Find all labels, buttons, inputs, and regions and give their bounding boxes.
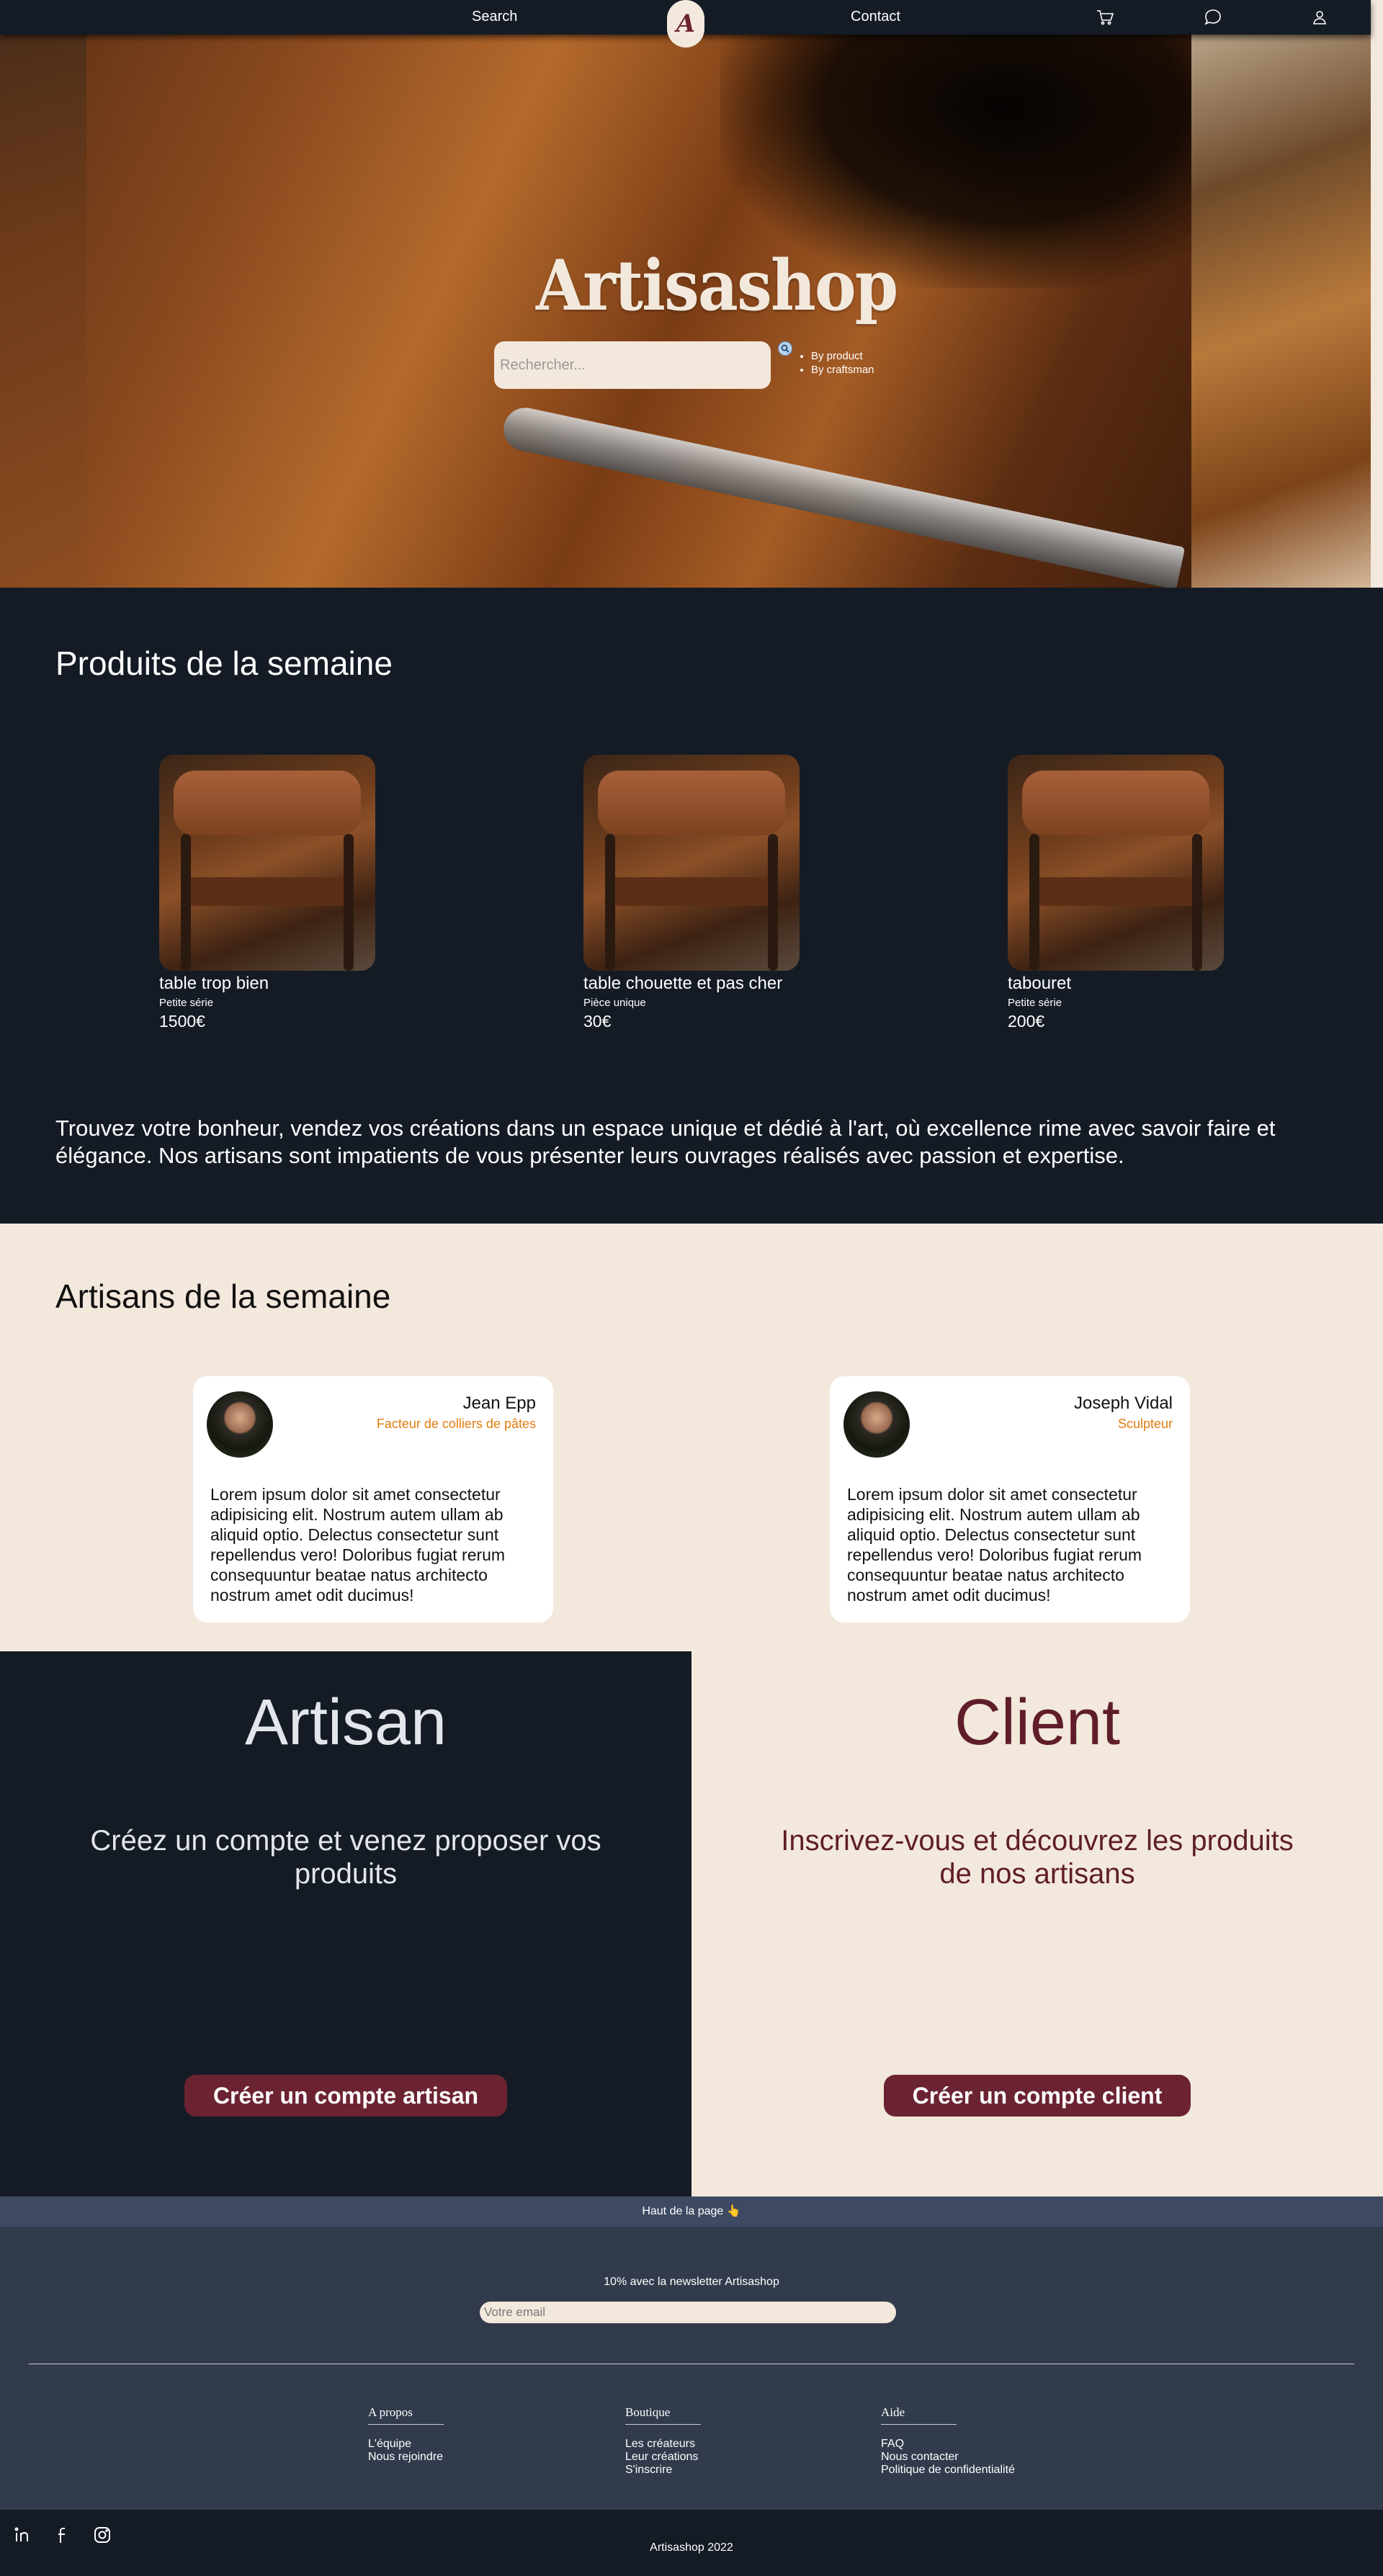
footer-link-privacy[interactable]: Politique de confidentialité — [881, 2464, 1015, 2477]
search-input[interactable] — [494, 341, 771, 389]
products-of-the-week-section: Produits de la semaine table trop bien P… — [0, 588, 1383, 1224]
footer-column-title: Boutique — [625, 2405, 701, 2425]
footer-link-team[interactable]: L'équipe — [368, 2438, 444, 2451]
hero-knife-image — [499, 403, 1186, 588]
footer-column-help: Aide FAQ Nous contacter Politique de con… — [881, 2405, 1015, 2477]
artisan-role: Sculpteur — [1117, 1417, 1173, 1431]
create-artisan-account-button[interactable]: Créer un compte artisan — [184, 2075, 507, 2117]
artisan-signup-panel: Artisan Créez un compte et venez propose… — [0, 1651, 692, 2196]
footer-column-title: A propos — [368, 2405, 444, 2425]
footer-link-creators[interactable]: Les créateurs — [625, 2438, 701, 2451]
hero-banner: Artisashop By product By craftsman — [0, 0, 1371, 588]
product-price: 200€ — [1008, 1012, 1045, 1031]
product-name[interactable]: tabouret — [1008, 974, 1238, 994]
filter-by-craftsman[interactable]: By craftsman — [811, 364, 874, 376]
copyright-text: Artisashop 2022 — [650, 2541, 733, 2554]
product-card[interactable]: tabouret Petite série 200€ — [1008, 755, 1238, 1031]
footer-link-contact[interactable]: Nous contacter — [881, 2451, 1015, 2464]
artisan-role: Facteur de colliers de pâtes — [376, 1417, 536, 1431]
product-type: Pièce unique — [583, 997, 646, 1009]
hero-side-image — [1191, 0, 1371, 588]
artisan-signup-text: Créez un compte et venez proposer vos pr… — [90, 1825, 601, 1890]
nav-contact-link[interactable]: Contact — [851, 9, 900, 25]
chat-button[interactable] — [1203, 7, 1223, 27]
search-button[interactable] — [778, 341, 792, 356]
product-name[interactable]: table trop bien — [159, 974, 390, 994]
site-title: Artisashop — [536, 245, 898, 326]
top-navbar: Search A Contact — [0, 0, 1371, 48]
client-signup-title: Client — [954, 1687, 1121, 1759]
back-to-top-link[interactable]: Haut de la page 👆 — [0, 2196, 1383, 2227]
artisan-bio: Lorem ipsum dolor sit amet consectetur a… — [847, 1485, 1142, 1605]
cart-icon — [1097, 10, 1114, 25]
footer: 10% avec la newsletter Artisashop A prop… — [0, 2227, 1383, 2510]
logo-letter: A — [676, 9, 696, 38]
product-type: Petite série — [1008, 997, 1062, 1009]
artisans-section-title: Artisans de la semaine — [55, 1278, 391, 1315]
search-filter-list: By product By craftsman — [811, 350, 874, 377]
product-price: 1500€ — [159, 1012, 205, 1031]
product-price: 30€ — [583, 1012, 612, 1031]
avatar — [843, 1391, 910, 1458]
product-type: Petite série — [159, 997, 214, 1009]
account-button[interactable] — [1310, 7, 1330, 27]
product-card[interactable]: table trop bien Petite série 1500€ — [159, 755, 390, 1031]
artisan-bio: Lorem ipsum dolor sit amet consectetur a… — [210, 1485, 506, 1605]
artisan-name: Jean Epp — [462, 1394, 536, 1413]
footer-column-about: A propos L'équipe Nous rejoindre — [368, 2405, 444, 2464]
newsletter-label: 10% avec la newsletter Artisashop — [604, 2276, 779, 2288]
artisan-card[interactable]: Joseph Vidal Sculpteur Lorem ipsum dolor… — [830, 1376, 1190, 1623]
artisans-of-the-week-section: Artisans de la semaine Jean Epp Facteur … — [0, 1224, 1383, 1651]
cart-button[interactable] — [1095, 7, 1115, 27]
site-logo[interactable]: A — [667, 0, 704, 48]
product-image[interactable] — [1008, 755, 1224, 971]
artisan-name: Joseph Vidal — [1074, 1394, 1173, 1413]
create-client-account-button[interactable]: Créer un compte client — [884, 2075, 1191, 2117]
filter-by-product[interactable]: By product — [811, 350, 874, 362]
user-icon — [1313, 11, 1326, 24]
products-section-title: Produits de la semaine — [55, 645, 393, 682]
nav-search-link[interactable]: Search — [472, 9, 517, 25]
client-signup-panel: Client Inscrivez-vous et découvrez les p… — [692, 1651, 1383, 2196]
bottom-bar: Artisashop 2022 — [0, 2510, 1383, 2576]
hero-background-stripe — [0, 0, 86, 588]
footer-column-title: Aide — [881, 2405, 957, 2425]
signup-section: Artisan Créez un compte et venez propose… — [0, 1651, 1383, 2196]
footer-link-creations[interactable]: Leur créations — [625, 2451, 701, 2464]
footer-link-faq[interactable]: FAQ — [881, 2438, 1015, 2451]
product-name[interactable]: table chouette et pas cher — [583, 974, 814, 994]
product-card[interactable]: table chouette et pas cher Pièce unique … — [583, 755, 814, 1031]
footer-link-join[interactable]: Nous rejoindre — [368, 2451, 444, 2464]
avatar — [207, 1391, 273, 1458]
chat-icon — [1204, 9, 1221, 25]
artisan-card[interactable]: Jean Epp Facteur de colliers de pâtes Lo… — [193, 1376, 553, 1623]
artisan-signup-title: Artisan — [244, 1687, 447, 1759]
site-tagline: Trouvez votre bonheur, vendez vos créati… — [55, 1116, 1276, 1168]
search-icon — [781, 344, 789, 353]
product-image[interactable] — [583, 755, 800, 971]
newsletter-email-input[interactable] — [480, 2302, 896, 2323]
footer-column-shop: Boutique Les créateurs Leur créations S'… — [625, 2405, 701, 2477]
footer-link-signup[interactable]: S'inscrire — [625, 2464, 701, 2477]
client-signup-text: Inscrivez-vous et découvrez les produits… — [781, 1825, 1294, 1890]
product-image[interactable] — [159, 755, 375, 971]
